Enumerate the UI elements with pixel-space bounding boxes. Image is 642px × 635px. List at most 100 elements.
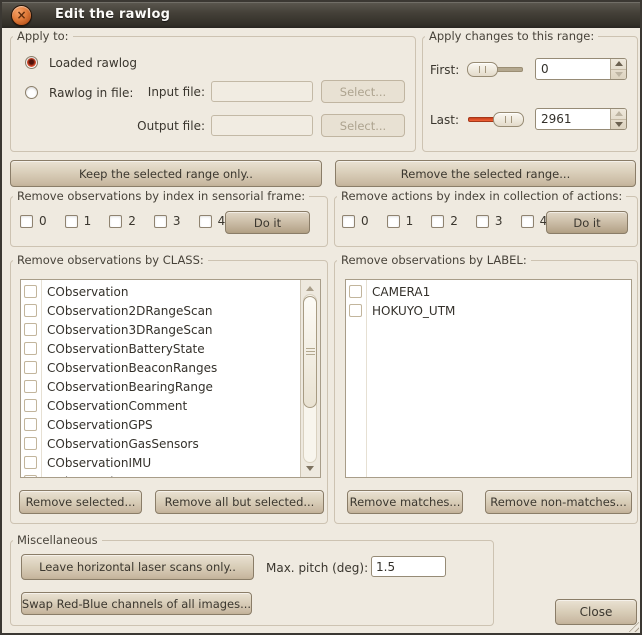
class-name-label: CObservationBearingRange <box>47 379 213 394</box>
close-button[interactable]: Close <box>555 599 637 625</box>
label-list-item[interactable]: CAMERA1 <box>346 282 631 301</box>
sensorial-index-item[interactable]: 3 <box>153 214 181 228</box>
by-class-group: Remove observations by CLASS: CObservati… <box>10 253 328 524</box>
window-close-button[interactable]: × <box>11 5 32 26</box>
actions-index-item[interactable]: 2 <box>431 214 458 228</box>
remove-selected-button[interactable]: Remove selected... <box>19 490 142 514</box>
checkbox[interactable] <box>24 304 37 317</box>
remove-matches-button[interactable]: Remove matches... <box>347 490 463 514</box>
actions-do-it-button[interactable]: Do it <box>546 211 628 234</box>
radio-loaded-rawlog[interactable] <box>25 56 38 69</box>
sensorial-index-item[interactable]: 1 <box>64 214 91 228</box>
class-name-label: CObservation3DRangeScan <box>47 322 213 337</box>
checkbox[interactable] <box>24 380 37 393</box>
checkbox[interactable] <box>24 437 37 450</box>
class-list-item[interactable]: CObservationBearingRange <box>21 377 301 396</box>
actions-index-legend: Remove actions by index in collection of… <box>337 189 627 203</box>
class-list-item[interactable]: CObservation <box>21 282 301 301</box>
actions-index-item[interactable]: 4 <box>520 214 547 228</box>
checkbox[interactable] <box>431 214 445 228</box>
scroll-down-icon[interactable] <box>306 466 314 471</box>
checkbox[interactable] <box>24 399 37 412</box>
sensorial-index-item[interactable]: 4 <box>198 214 225 228</box>
checkbox[interactable] <box>24 361 37 374</box>
class-list-item[interactable]: CObservation3DRangeScan <box>21 320 301 339</box>
class-list-item[interactable]: CObservationBeaconRanges <box>21 358 301 377</box>
last-spin-down-button[interactable] <box>611 118 626 130</box>
actions-index-item[interactable]: 3 <box>475 214 503 228</box>
sensor-label: HOKUYO_UTM <box>372 303 456 318</box>
checkbox[interactable] <box>342 214 355 228</box>
checkbox[interactable] <box>64 214 78 228</box>
list-column-rule <box>366 280 367 477</box>
last-slider[interactable] <box>467 112 524 127</box>
class-list-item[interactable]: CObservationComment <box>21 396 301 415</box>
label-list-item[interactable]: HOKUYO_UTM <box>346 301 631 320</box>
checkbox[interactable] <box>386 214 400 228</box>
swap-red-blue-button[interactable]: Swap Red-Blue channels of all images... <box>21 592 252 615</box>
first-spin-down-button[interactable] <box>611 68 626 80</box>
keep-selected-range-button[interactable]: Keep the selected range only.. <box>10 160 322 187</box>
actions-index-item[interactable]: 1 <box>386 214 413 228</box>
class-checklist-body: CObservation CObservation2DRangeScan COb… <box>21 280 301 477</box>
scrollbar-grip-icon <box>305 348 315 356</box>
by-label-group: Remove observations by LABEL: CAMERA1 HO… <box>334 253 638 524</box>
checkbox[interactable] <box>349 304 362 317</box>
checkbox[interactable] <box>109 214 123 228</box>
last-spin-up-button[interactable] <box>611 109 626 119</box>
leave-horizontal-scans-button[interactable]: Leave horizontal laser scans only.. <box>21 554 254 580</box>
index-label: 0 <box>361 214 369 228</box>
class-list-item[interactable]: CObservationGPS <box>21 415 301 434</box>
first-spinbox[interactable]: 0 <box>535 58 627 80</box>
first-slider-thumb[interactable] <box>467 62 498 77</box>
first-slider[interactable] <box>467 62 524 77</box>
class-list-scrollbar[interactable] <box>300 280 320 477</box>
checkbox[interactable] <box>20 214 33 228</box>
actions-index-item[interactable]: 0 <box>342 214 369 228</box>
sensorial-index-item[interactable]: 0 <box>20 214 47 228</box>
last-slider-thumb[interactable] <box>493 112 524 127</box>
class-list-item[interactable]: CObservationIMU <box>21 453 301 472</box>
input-file-field[interactable] <box>211 81 313 102</box>
class-checklist[interactable]: CObservation CObservation2DRangeScan COb… <box>20 279 321 478</box>
max-pitch-field[interactable]: 1.5 <box>371 556 446 577</box>
remove-selected-range-button[interactable]: Remove the selected range... <box>335 160 636 187</box>
class-list-item[interactable]: CObservation2DRangeScan <box>21 301 301 320</box>
first-spin-buttons <box>610 59 626 79</box>
label-checklist[interactable]: CAMERA1 HOKUYO_UTM <box>345 279 632 478</box>
first-spin-up-button[interactable] <box>611 59 626 69</box>
class-list-item[interactable]: CObservationBatteryState <box>21 339 301 358</box>
max-pitch-value: 1.5 <box>376 559 396 574</box>
class-name-label: CObservationIMU <box>47 455 152 470</box>
slider-grip-icon <box>479 66 486 73</box>
select-output-button[interactable]: Select... <box>321 114 405 137</box>
checkbox[interactable] <box>349 285 362 298</box>
output-file-field[interactable] <box>211 115 313 136</box>
checkbox[interactable] <box>24 456 37 469</box>
checkbox[interactable] <box>520 214 534 228</box>
scroll-up-icon[interactable] <box>306 286 314 291</box>
checkbox[interactable] <box>24 323 37 336</box>
checkbox[interactable] <box>475 214 489 228</box>
list-column-rule <box>41 280 42 477</box>
checkbox[interactable] <box>24 285 37 298</box>
last-spin-value: 2961 <box>541 112 572 126</box>
sensorial-index-item[interactable]: 2 <box>109 214 136 228</box>
last-spinbox[interactable]: 2961 <box>535 108 627 130</box>
remove-all-but-selected-button[interactable]: Remove all but selected... <box>155 490 324 514</box>
class-name-label: CObservationBatteryState <box>47 341 205 356</box>
class-list-item[interactable]: CObservationImage <box>21 472 301 477</box>
class-name-label: CObservation <box>47 284 129 299</box>
checkbox[interactable] <box>24 475 37 477</box>
first-slider-track[interactable] <box>494 67 523 72</box>
checkbox[interactable] <box>198 214 212 228</box>
radio-rawlog-in-file[interactable] <box>25 86 38 99</box>
remove-non-matches-button[interactable]: Remove non-matches... <box>485 490 632 514</box>
class-list-item[interactable]: CObservationGasSensors <box>21 434 301 453</box>
scrollbar-thumb[interactable] <box>303 296 317 408</box>
checkbox[interactable] <box>24 418 37 431</box>
checkbox[interactable] <box>24 342 37 355</box>
select-input-button[interactable]: Select... <box>321 80 405 103</box>
sensorial-do-it-button[interactable]: Do it <box>225 211 310 234</box>
checkbox[interactable] <box>153 214 167 228</box>
